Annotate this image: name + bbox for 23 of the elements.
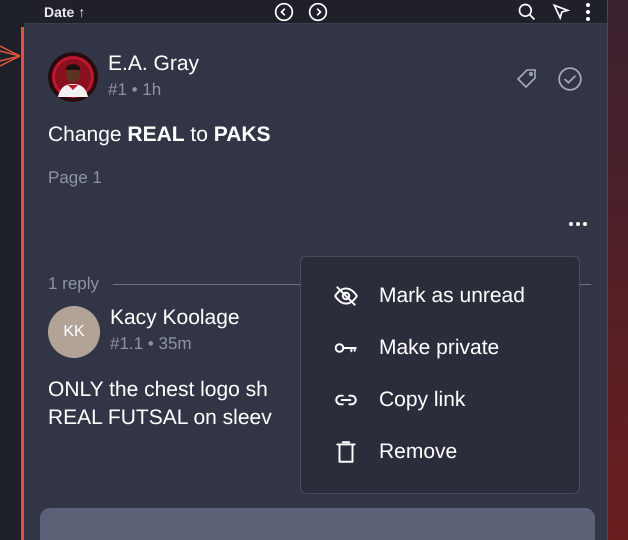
page-label: Page 1 [48, 168, 103, 188]
forward-icon[interactable] [308, 2, 328, 22]
author-name: E.A. Gray [108, 52, 200, 76]
pointer-icon[interactable] [550, 2, 571, 22]
check-circle-icon[interactable] [557, 66, 583, 92]
more-icon[interactable] [584, 2, 591, 22]
menu-item[interactable]: Mark as unread [333, 275, 579, 316]
tag-icon[interactable] [515, 66, 539, 90]
author-name: Kacy Koolage [110, 306, 240, 330]
replies-count: 1 reply [48, 274, 100, 294]
reply-meta: #1.1 • 35m [110, 334, 192, 354]
initials-avatar: KK [48, 306, 100, 358]
sort-label[interactable]: Date ↑ [44, 4, 86, 20]
reply-text: REAL FUTSAL on sleev [48, 405, 272, 431]
menu-item[interactable]: Make private [333, 327, 579, 368]
arrow-lines-drawing [0, 44, 21, 68]
comment-meta: #1 • 1h [108, 80, 162, 100]
back-icon[interactable] [274, 2, 294, 22]
reply-text: ONLY the chest logo sh [48, 377, 268, 403]
menu-item[interactable]: Remove [333, 431, 579, 472]
comment-text: Change REAL to PAKS [48, 122, 272, 148]
search-icon[interactable] [516, 2, 537, 22]
menu-item[interactable]: Copy link [333, 379, 579, 420]
